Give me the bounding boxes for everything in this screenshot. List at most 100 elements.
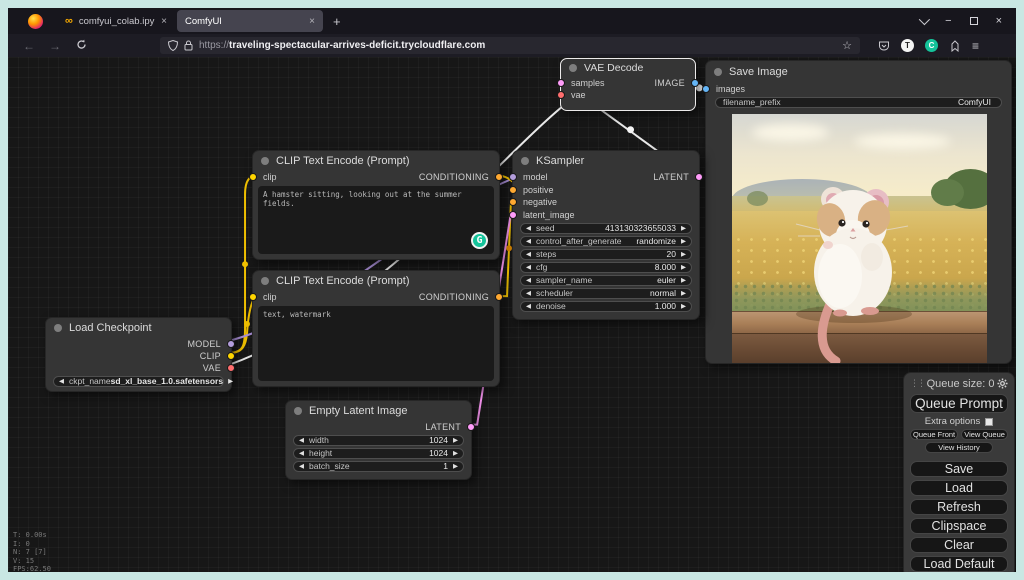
output-pin-latent[interactable] xyxy=(695,173,703,181)
refresh-button[interactable]: Refresh xyxy=(910,499,1008,515)
queue-front-button[interactable]: Queue Front xyxy=(910,429,958,440)
save-page-icon[interactable] xyxy=(949,40,961,52)
clipspace-button[interactable]: Clipspace xyxy=(910,518,1008,534)
widget-ckpt-name[interactable]: ◀ ckpt_name sd_xl_base_1.0.safetensors ▶ xyxy=(53,376,224,388)
increment-arrow-icon[interactable]: ▶ xyxy=(681,237,686,245)
decrement-arrow-icon[interactable]: ◀ xyxy=(526,237,531,245)
save-button[interactable]: Save xyxy=(910,461,1008,477)
extension-t-icon[interactable]: T xyxy=(901,39,914,52)
tracking-shield-icon[interactable] xyxy=(168,40,178,51)
grammarly-extension-icon[interactable]: C xyxy=(925,39,938,52)
widget-value[interactable]: ComfyUI xyxy=(958,97,991,107)
output-pin-model[interactable] xyxy=(227,340,235,348)
settings-gear-icon[interactable] xyxy=(997,378,1008,389)
decrement-arrow-icon[interactable]: ◀ xyxy=(59,377,64,385)
bookmark-star-icon[interactable]: ☆ xyxy=(842,39,852,52)
collapse-dot-icon[interactable] xyxy=(569,64,577,72)
widget-sampler-name[interactable]: ◀ sampler_name euler ▶ xyxy=(520,275,692,287)
clear-button[interactable]: Clear xyxy=(910,537,1008,553)
collapse-dot-icon[interactable] xyxy=(261,277,269,285)
node-empty-latent-image[interactable]: Empty Latent Image LATENT ◀ width 1024 ▶… xyxy=(285,400,472,480)
tab-colab[interactable]: ∞ comfyui_colab.ipynb - Colabora × xyxy=(57,10,175,32)
node-load-checkpoint[interactable]: Load Checkpoint MODEL CLIP VAE ◀ ckpt_na… xyxy=(45,317,232,392)
grammarly-badge-icon[interactable]: G xyxy=(471,232,488,249)
widget-height[interactable]: ◀ height 1024 ▶ xyxy=(293,448,464,460)
input-pin-samples[interactable] xyxy=(557,79,565,87)
increment-arrow-icon[interactable]: ▶ xyxy=(681,250,686,258)
prompt-textarea[interactable]: A hamster sitting, looking out at the su… xyxy=(258,186,494,254)
collapse-dot-icon[interactable] xyxy=(54,324,62,332)
hamburger-menu-icon[interactable]: ≡ xyxy=(972,39,979,53)
extra-options-checkbox[interactable] xyxy=(985,418,993,426)
increment-arrow-icon[interactable]: ▶ xyxy=(228,377,233,385)
collapse-dot-icon[interactable] xyxy=(714,68,722,76)
input-pin-clip[interactable] xyxy=(249,293,257,301)
queue-prompt-button[interactable]: Queue Prompt xyxy=(910,394,1008,413)
load-default-button[interactable]: Load Default xyxy=(910,556,1008,572)
decrement-arrow-icon[interactable]: ◀ xyxy=(526,224,531,232)
input-pin-latent-image[interactable] xyxy=(509,211,517,219)
widget-denoise[interactable]: ◀ denoise 1.000 ▶ xyxy=(520,301,692,313)
input-pin-positive[interactable] xyxy=(509,186,517,194)
output-pin-conditioning[interactable] xyxy=(495,173,503,181)
increment-arrow-icon[interactable]: ▶ xyxy=(681,224,686,232)
increment-arrow-icon[interactable]: ▶ xyxy=(681,289,686,297)
decrement-arrow-icon[interactable]: ◀ xyxy=(526,302,531,310)
decrement-arrow-icon[interactable]: ◀ xyxy=(526,289,531,297)
tab-comfyui[interactable]: ComfyUI × xyxy=(177,10,323,32)
node-save-image[interactable]: Save Image images filename_prefix ComfyU… xyxy=(705,60,1012,364)
output-pin-latent[interactable] xyxy=(467,423,475,431)
tab-list-chevron-icon[interactable] xyxy=(919,14,930,25)
input-pin-clip[interactable] xyxy=(249,173,257,181)
node-vae-decode[interactable]: VAE Decode samples IMAGE vae xyxy=(560,58,696,111)
prompt-textarea[interactable]: text, watermark xyxy=(258,306,494,381)
decrement-arrow-icon[interactable]: ◀ xyxy=(526,276,531,284)
decrement-arrow-icon[interactable]: ◀ xyxy=(526,263,531,271)
view-history-button[interactable]: View History xyxy=(925,442,993,453)
load-button[interactable]: Load xyxy=(910,480,1008,496)
window-close-button[interactable]: × xyxy=(996,15,1002,27)
window-minimize-button[interactable]: − xyxy=(945,15,951,27)
input-pin-vae[interactable] xyxy=(557,91,565,99)
widget-control-after-generate[interactable]: ◀ control_after_generate randomize ▶ xyxy=(520,236,692,248)
output-pin-clip[interactable] xyxy=(227,352,235,360)
reload-button[interactable] xyxy=(70,37,92,55)
drag-handle-icon[interactable]: ⋮⋮ xyxy=(910,378,924,389)
output-pin-vae[interactable] xyxy=(227,364,235,372)
window-maximize-button[interactable] xyxy=(970,17,978,25)
view-queue-button[interactable]: View Queue xyxy=(961,429,1008,440)
url-bar[interactable]: https://traveling-spectacular-arrives-de… xyxy=(160,37,860,54)
increment-arrow-icon[interactable]: ▶ xyxy=(453,436,458,444)
increment-arrow-icon[interactable]: ▶ xyxy=(681,263,686,271)
widget-seed[interactable]: ◀ seed 413130323655033 ▶ xyxy=(520,223,692,235)
output-pin-conditioning[interactable] xyxy=(495,293,503,301)
widget-scheduler[interactable]: ◀ scheduler normal ▶ xyxy=(520,288,692,300)
output-pin-image[interactable] xyxy=(691,79,699,87)
forward-button[interactable]: → xyxy=(44,39,66,53)
widget-width[interactable]: ◀ width 1024 ▶ xyxy=(293,435,464,447)
decrement-arrow-icon[interactable]: ◀ xyxy=(299,462,304,470)
increment-arrow-icon[interactable]: ▶ xyxy=(681,302,686,310)
increment-arrow-icon[interactable]: ▶ xyxy=(681,276,686,284)
widget-steps[interactable]: ◀ steps 20 ▶ xyxy=(520,249,692,261)
tab-close-icon[interactable]: × xyxy=(309,16,315,27)
node-clip-text-encode-positive[interactable]: CLIP Text Encode (Prompt) clip CONDITION… xyxy=(252,150,500,260)
decrement-arrow-icon[interactable]: ◀ xyxy=(526,250,531,258)
decrement-arrow-icon[interactable]: ◀ xyxy=(299,436,304,444)
comfyui-graph-canvas[interactable]: VAE Decode samples IMAGE vae Save Image … xyxy=(8,57,1016,572)
new-tab-button[interactable]: + xyxy=(333,14,341,29)
collapse-dot-icon[interactable] xyxy=(261,157,269,165)
collapse-dot-icon[interactable] xyxy=(294,407,302,415)
widget-cfg[interactable]: ◀ cfg 8.000 ▶ xyxy=(520,262,692,274)
increment-arrow-icon[interactable]: ▶ xyxy=(453,462,458,470)
lock-icon[interactable] xyxy=(184,40,193,51)
decrement-arrow-icon[interactable]: ◀ xyxy=(299,449,304,457)
increment-arrow-icon[interactable]: ▶ xyxy=(453,449,458,457)
back-button[interactable]: ← xyxy=(18,39,40,53)
node-clip-text-encode-negative[interactable]: CLIP Text Encode (Prompt) clip CONDITION… xyxy=(252,270,500,387)
input-pin-negative[interactable] xyxy=(509,198,517,206)
widget-batch-size[interactable]: ◀ batch_size 1 ▶ xyxy=(293,461,464,473)
collapse-dot-icon[interactable] xyxy=(521,157,529,165)
input-pin-images[interactable] xyxy=(702,85,710,93)
node-ksampler[interactable]: KSampler model LATENT positive negative … xyxy=(512,150,700,320)
